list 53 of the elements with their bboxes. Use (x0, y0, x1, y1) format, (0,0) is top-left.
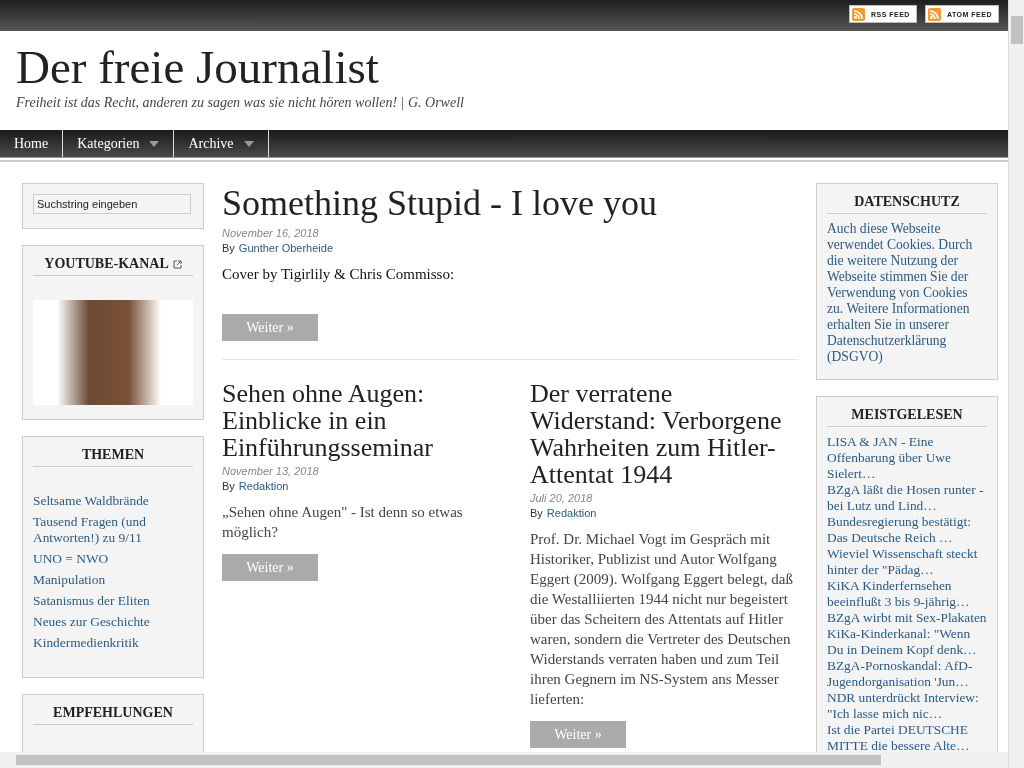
post-date: November 16, 2018 (222, 227, 320, 239)
post-title[interactable]: Something Stupid - I love you (222, 183, 798, 223)
site-tagline: Freiheit ist das Recht, anderen zu sagen was sie nicht hören wollen! | G. Orwell (16, 95, 464, 111)
caret-icon (149, 140, 160, 147)
widget-title: EMPFEHLUNGEN (33, 705, 193, 725)
post-excerpt: „Sehen ohne Augen" - Ist denn so etwas möglich? (222, 503, 464, 542)
byline-label: By (530, 507, 543, 519)
nav-item[interactable]: Kategorien (63, 130, 175, 157)
widget-title: YOUTUBE-KANAL (33, 256, 193, 276)
article-link[interactable]: Bundesregierung bestätigt: Das Deutsche Reich … (827, 514, 987, 546)
article-link[interactable]: Wieviel Wissenschaft steckt hinter der "Pädag… (827, 546, 987, 578)
external-link-icon (172, 259, 182, 269)
byline-label: By (222, 242, 235, 254)
photo-placeholder[interactable] (33, 300, 193, 405)
article-link[interactable]: BZgA-Pornoskandal: AfD-Jugendorganisation 'Jun… (827, 658, 987, 690)
topic-link[interactable]: Kindermedienkritik (33, 635, 193, 651)
author-link[interactable]: Redaktion (238, 480, 289, 492)
privacy-notice: Auch diese Webseite verwendet Cookies. Durch die weitere Nutzung der Webseite stimmen Sie der Verwendung von Cookies zu. Weitere Informationen erhalten Sie in unserer Datenschutzerklärung (DSGVO) (827, 221, 974, 365)
widget-title: MEISTGELESEN (827, 407, 987, 427)
topic-link[interactable]: Neues zur Geschichte (33, 614, 193, 630)
post-excerpt: Prof. Dr. Michael Vogt im Gespräch mit Historiker, Publizist und Autor Wolfgang Eggert (2009). Wolfgang Eggert belegt, daß die Westalliierten 1944 nicht nur begeistert über das Scheitern des Attentats auf Hitler waren, sondern die Vertreter des Deutschen Widerstands verraten haben und zum Teil ihren Gegnern im NS-System ans Messer lieferten: (530, 530, 795, 709)
article-link[interactable]: KiKA Kinderfernsehen beeinflußt 3 bis 9-jährig… (827, 578, 987, 610)
site-title[interactable]: Der freie Journalist (16, 43, 379, 91)
rss-icon (927, 7, 941, 21)
scrollbar-corner (1008, 752, 1024, 768)
nav-item[interactable]: Archive (174, 130, 269, 157)
article-link[interactable]: BZgA wirbt mit Sex-Plakaten (827, 610, 987, 626)
search-field[interactable]: Suchstring eingeben (33, 194, 191, 214)
post-title[interactable]: Sehen ohne Augen: Einblicke in ein Einführungsseminar (222, 380, 512, 461)
topic-link[interactable]: Seltsame Waldbrände (33, 493, 193, 509)
topic-link[interactable]: Manipulation (33, 572, 193, 588)
author-link[interactable]: Gunther Oberheide (238, 242, 333, 254)
nav-item[interactable]: Home (0, 130, 64, 157)
horizontal-scrollbar[interactable] (0, 752, 1008, 768)
article-link[interactable]: LISA & JAN - Eine Offenbarung über Uwe Sielert… (827, 434, 987, 482)
topic-link[interactable]: UNO = NWO (33, 551, 193, 567)
post-date: Juli 20, 2018 (530, 492, 594, 504)
topic-link[interactable]: Satanismus der Eliten (33, 593, 193, 609)
post-title[interactable]: Der verratene Widerstand: Verborgene Wahrheiten zum Hitler-Attentat 1944 (530, 380, 798, 488)
post-excerpt: Cover by Tigirlily & Chris Commisso: (222, 265, 456, 284)
caret-icon (243, 140, 254, 147)
article-link[interactable]: BZgA läßt die Hosen runter - bei Lutz und Lind… (827, 482, 987, 514)
topic-link[interactable]: Tausend Fragen (und Antworten!) zu 9/11 (33, 514, 193, 546)
article-link[interactable]: KiKa-Kinderkanal: "Wenn Du in Deinem Kopf denk… (827, 626, 987, 658)
widget-title: DATENSCHUTZ (827, 194, 987, 214)
rss-icon (851, 7, 865, 21)
widget-title: THEMEN (33, 447, 193, 467)
vertical-scrollbar[interactable] (1008, 0, 1024, 752)
post-date: November 13, 2018 (222, 465, 320, 477)
byline-label: By (222, 480, 235, 492)
author-link[interactable]: Redaktion (546, 507, 597, 519)
article-link[interactable]: NDR unterdrückt Interview: "Ich lasse mich nic… (827, 690, 987, 722)
article-link[interactable]: Ist die Partei DEUTSCHE MITTE die bessere Alte… (827, 722, 987, 752)
